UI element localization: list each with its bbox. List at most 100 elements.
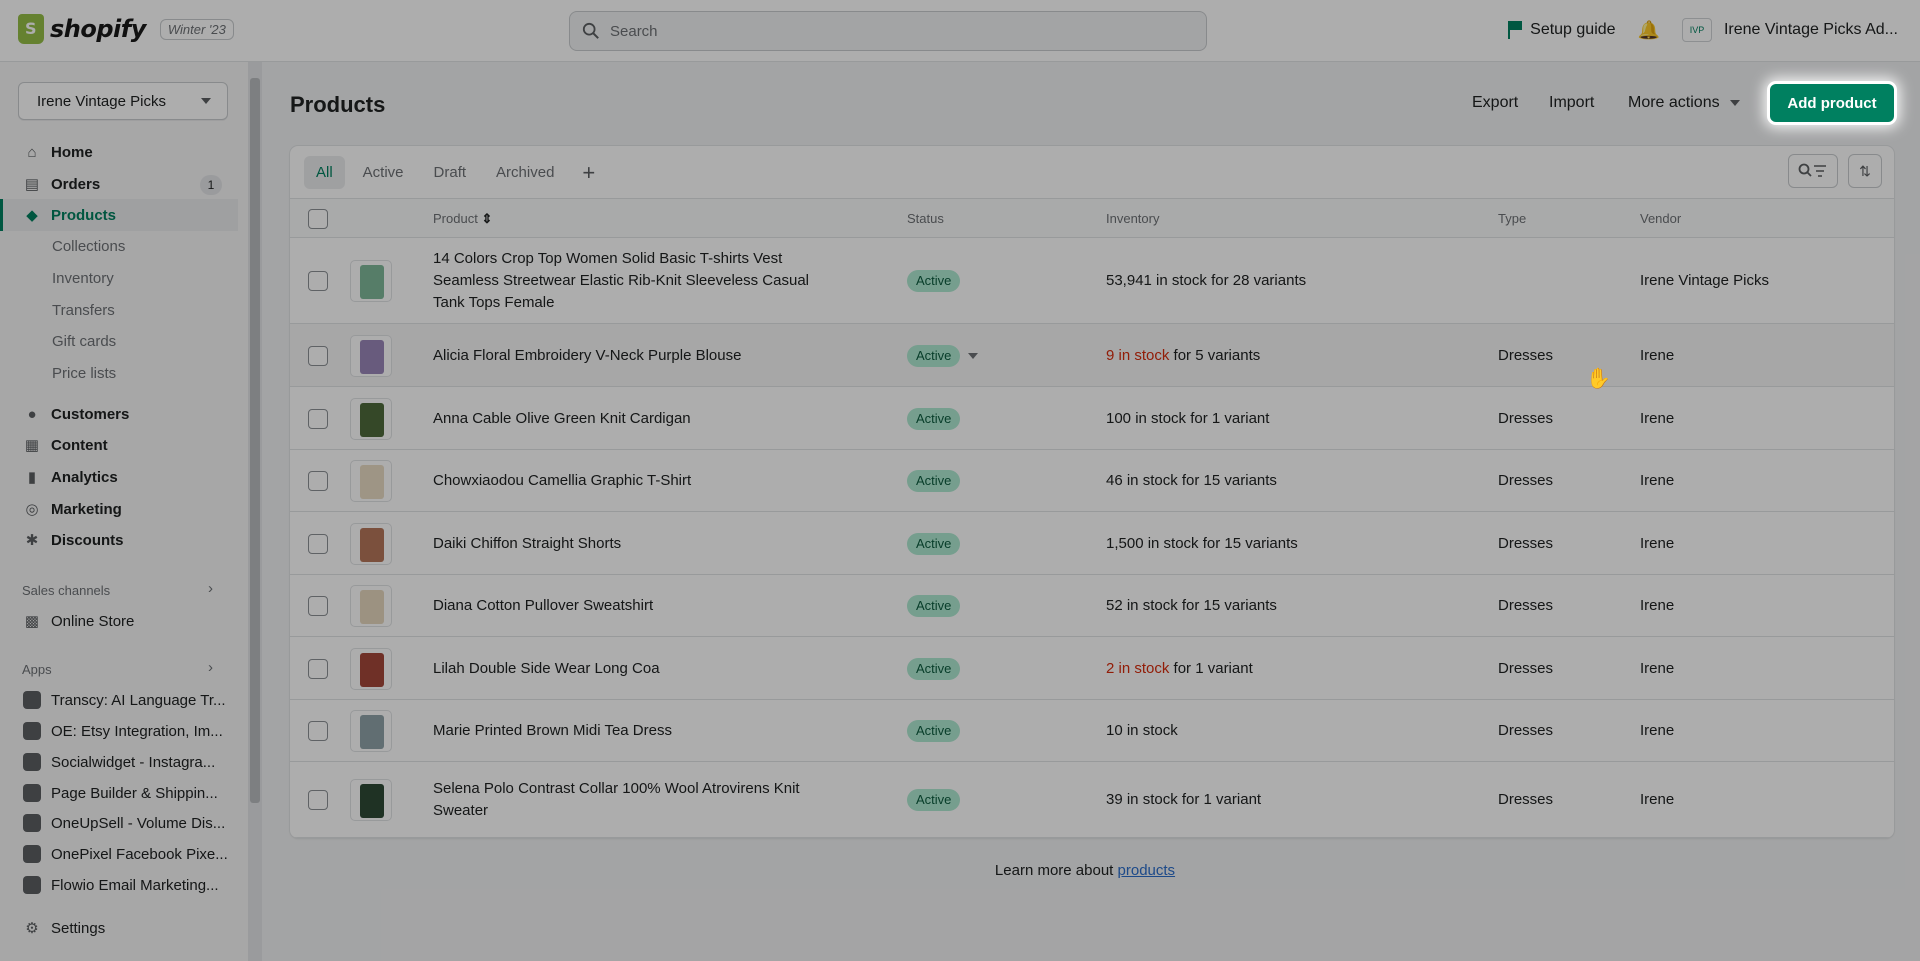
table-header: Product ⇕ Status Inventory Type Vendor <box>290 198 1894 238</box>
app-item-transcy[interactable]: Transcy: AI Language Tr... <box>23 691 238 709</box>
select-all-checkbox[interactable] <box>308 209 328 229</box>
row-checkbox[interactable] <box>308 533 328 554</box>
product-image <box>360 465 384 499</box>
product-thumbnail[interactable] <box>350 710 392 752</box>
caret-down-icon[interactable] <box>968 352 978 359</box>
account-menu[interactable]: IVP Irene Vintage Picks Ad... <box>1681 18 1898 42</box>
sidebar-sub-gift-cards[interactable]: Gift cards <box>52 333 116 350</box>
row-checkbox[interactable] <box>308 790 328 810</box>
table-row[interactable]: 14 Colors Crop Top Women Solid Basic T-s… <box>290 238 1894 324</box>
sidebar-item-content[interactable]: ▦ Content <box>0 429 238 461</box>
app-item-onepixel[interactable]: OnePixel Facebook Pixe... <box>23 845 238 863</box>
import-button[interactable]: Import <box>1549 94 1594 112</box>
table-row[interactable]: Chowxiaodou Camellia Graphic T-Shirt Acti… <box>290 450 1894 512</box>
product-thumbnail[interactable] <box>350 585 392 627</box>
product-thumbnail[interactable] <box>350 460 392 502</box>
chevron-right-icon[interactable]: › <box>208 580 213 597</box>
row-checkbox[interactable] <box>308 271 328 291</box>
sidebar-item-discounts[interactable]: ✱ Discounts <box>0 524 238 556</box>
sidebar-scrollbar-thumb[interactable] <box>250 78 260 803</box>
product-image <box>360 590 384 624</box>
sidebar-item-analytics[interactable]: ▮ Analytics <box>0 461 238 493</box>
product-title[interactable]: 14 Colors Crop Top Women Solid Basic T-s… <box>433 248 823 314</box>
sidebar-item-customers[interactable]: ● Customers <box>0 398 238 430</box>
app-item-oe-etsy[interactable]: OE: Etsy Integration, Im... <box>23 722 238 740</box>
inventory-text: 10 in stock <box>1106 722 1178 739</box>
product-thumbnail[interactable] <box>350 397 392 440</box>
table-row[interactable]: Anna Cable Olive Green Knit Cardigan Acti… <box>290 387 1894 450</box>
sidebar-item-online-store[interactable]: ▩ Online Store <box>0 605 238 637</box>
sort-button[interactable]: ⇅ <box>1848 154 1882 188</box>
inventory-cell: 100 in stock for 1 variant <box>1106 410 1269 427</box>
product-thumbnail[interactable] <box>350 647 392 690</box>
product-thumbnail[interactable] <box>350 779 392 821</box>
search-filter-icon <box>1798 163 1826 177</box>
product-title[interactable]: Diana Cotton Pullover Sweatshirt <box>433 595 823 617</box>
product-title[interactable]: Daiki Chiffon Straight Shorts <box>433 533 823 555</box>
sidebar-sub-transfers[interactable]: Transfers <box>52 302 115 319</box>
app-item-socialwidget[interactable]: Socialwidget - Instagra... <box>23 753 238 771</box>
product-title[interactable]: Selena Polo Contrast Collar 100% Wool At… <box>433 778 823 822</box>
sidebar-item-settings[interactable]: ⚙ Settings <box>0 912 238 944</box>
search-placeholder: Search <box>610 22 658 40</box>
table-row[interactable]: Selena Polo Contrast Collar 100% Wool At… <box>290 762 1894 838</box>
header-type: Type <box>1498 211 1527 226</box>
tab-archived[interactable]: Archived <box>484 156 566 189</box>
tab-draft[interactable]: Draft <box>422 156 479 189</box>
inventory-cell: 10 in stock <box>1106 722 1178 739</box>
app-item-page-builder[interactable]: Page Builder & Shippin... <box>23 784 238 802</box>
table-row[interactable]: Alicia Floral Embroidery V-Neck Purple B… <box>290 324 1894 387</box>
setup-guide-button[interactable]: Setup guide <box>1508 21 1616 39</box>
product-thumbnail[interactable] <box>350 260 392 302</box>
shopify-logo[interactable]: shopify Winter '23 <box>18 14 234 44</box>
person-icon: ● <box>27 405 37 423</box>
row-checkbox[interactable] <box>308 596 328 616</box>
sidebar-sub-collections[interactable]: Collections <box>52 238 125 255</box>
export-button[interactable]: Export <box>1472 94 1518 112</box>
table-row[interactable]: Daiki Chiffon Straight Shorts Active 1,500… <box>290 512 1894 575</box>
sidebar-sub-inventory[interactable]: Inventory <box>52 270 114 287</box>
product-thumbnail[interactable] <box>350 334 392 377</box>
row-checkbox[interactable] <box>308 658 328 679</box>
search-filter-button[interactable] <box>1788 154 1838 188</box>
bell-icon[interactable]: 🔔 <box>1638 20 1660 41</box>
add-product-button[interactable]: Add product <box>1770 84 1894 122</box>
products-help-link[interactable]: products <box>1118 862 1176 879</box>
inventory-cell: 1,500 in stock for 15 variants <box>1106 535 1298 552</box>
chevron-right-icon[interactable]: › <box>208 659 213 676</box>
low-stock-text: 2 in stock <box>1106 659 1170 677</box>
sidebar-item-marketing[interactable]: ◎ Marketing <box>0 493 238 525</box>
sales-channels-title: Sales channels <box>22 583 111 598</box>
tab-all[interactable]: All <box>304 156 345 189</box>
store-selector[interactable]: Irene Vintage Picks <box>18 82 228 120</box>
header-product[interactable]: Product ⇕ <box>433 211 492 227</box>
table-row[interactable]: Marie Printed Brown Midi Tea Dress Active… <box>290 700 1894 762</box>
row-checkbox[interactable] <box>308 471 328 491</box>
header-status: Status <box>907 211 944 226</box>
product-title[interactable]: Anna Cable Olive Green Knit Cardigan <box>433 408 823 430</box>
tab-active[interactable]: Active <box>351 156 416 189</box>
sidebar-sub-price-lists[interactable]: Price lists <box>52 365 116 382</box>
product-title[interactable]: Alicia Floral Embroidery V-Neck Purple B… <box>433 345 823 367</box>
sidebar-item-orders[interactable]: ▤ Orders 1 <box>0 168 238 200</box>
row-checkbox[interactable] <box>308 721 328 741</box>
table-row[interactable]: Diana Cotton Pullover Sweatshirt Active 52… <box>290 575 1894 637</box>
sidebar: Irene Vintage Picks ⌂ Home ▤ Orders 1 ◆ … <box>0 62 250 961</box>
add-view-icon[interactable]: + <box>572 160 605 186</box>
gear-icon: ⚙ <box>25 920 39 937</box>
orders-count-badge: 1 <box>200 175 222 195</box>
more-actions-button[interactable]: More actions <box>1628 94 1740 112</box>
status-badge: Active <box>907 470 961 492</box>
row-checkbox[interactable] <box>308 345 328 366</box>
product-title[interactable]: Marie Printed Brown Midi Tea Dress <box>433 720 823 742</box>
header-inventory: Inventory <box>1106 211 1160 226</box>
search-input[interactable]: Search <box>569 11 1207 51</box>
app-item-oneupsell[interactable]: OneUpSell - Volume Dis... <box>23 814 238 832</box>
product-title[interactable]: Lilah Double Side Wear Long Coa <box>433 658 823 680</box>
table-row[interactable]: Lilah Double Side Wear Long Coa Active 2 i… <box>290 637 1894 700</box>
product-thumbnail[interactable] <box>350 522 392 565</box>
row-checkbox[interactable] <box>308 408 328 429</box>
product-title[interactable]: Chowxiaodou Camellia Graphic T-Shirt <box>433 470 823 492</box>
sidebar-item-products[interactable]: ◆ Products <box>0 199 238 231</box>
sidebar-item-home[interactable]: ⌂ Home <box>0 136 238 168</box>
